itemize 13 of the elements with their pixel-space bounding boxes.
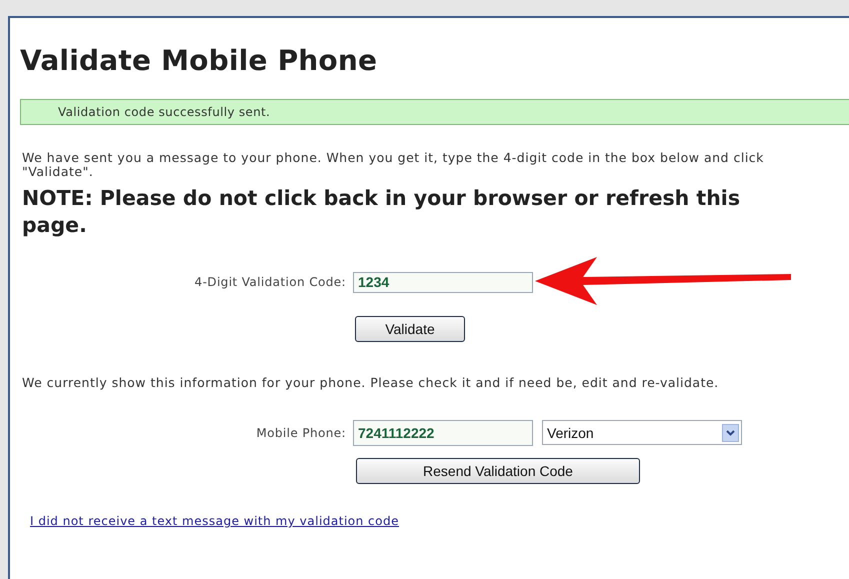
- carrier-select[interactable]: Verizon: [542, 420, 742, 445]
- resend-button[interactable]: Resend Validation Code: [356, 458, 640, 484]
- note-text: NOTE: Please do not click back in your browser or refresh this page.: [22, 185, 742, 239]
- help-link[interactable]: I did not receive a text message with my validation code: [30, 514, 399, 528]
- instructions-text: We have sent you a message to your phone. When you get it, type the 4-digit code in the box below and click "Validate".: [21, 151, 765, 179]
- field-label: Mobile Phone:: [255, 426, 346, 440]
- page-title: Validate Mobile Phone: [20, 44, 378, 77]
- success-message: Validation code successfully sent.: [20, 99, 849, 125]
- field-label: 4-Digit Validation Code:: [194, 275, 346, 289]
- validate-button[interactable]: Validate: [355, 316, 465, 342]
- phone-input-field[interactable]: 7241112222: [353, 420, 533, 446]
- code-input-field[interactable]: 1234: [353, 272, 533, 292]
- info-text: We currently show this information for your phone. Please check it and if need be, edit and re-validate.: [21, 376, 720, 390]
